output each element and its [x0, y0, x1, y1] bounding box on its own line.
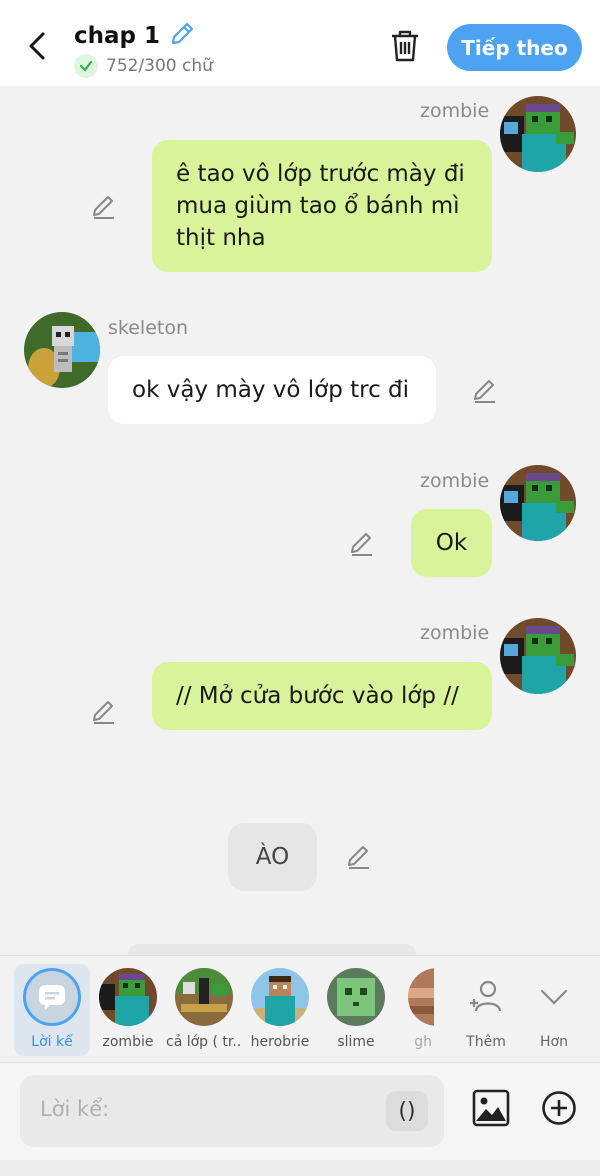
slime-avatar: [327, 968, 385, 1026]
chevron-down-icon: [516, 968, 592, 1026]
picker-item-slime[interactable]: slime: [318, 964, 394, 1050]
picker-item-class[interactable]: cả lớp ( tr...: [166, 964, 242, 1050]
edit-message-pencil-icon[interactable]: [90, 698, 118, 726]
picker-label: zombie: [102, 1034, 154, 1050]
speaker-name: zombie: [420, 100, 490, 122]
zombie-avatar[interactable]: [500, 465, 576, 541]
image-icon[interactable]: [472, 1089, 510, 1127]
add-label: Thêm: [466, 1034, 506, 1050]
word-count-row: 752/300 chữ: [74, 54, 213, 78]
back-arrow-icon[interactable]: [22, 28, 52, 64]
add-circle-icon[interactable]: [541, 1090, 577, 1126]
message-bubble[interactable]: ok vậy mày vô lớp trc đi: [108, 356, 436, 424]
character-picker: Lời kể zombie cả lớp ( tr... herobrie sl…: [0, 955, 600, 1063]
nav-strip: [0, 1160, 600, 1176]
more-button[interactable]: Hơn: [516, 964, 592, 1050]
speaker-name: zombie: [420, 622, 490, 644]
narration-bubble[interactable]: ÀO: [228, 823, 317, 891]
edit-message-pencil-icon[interactable]: [348, 530, 376, 558]
speaker-name: skeleton: [108, 317, 188, 339]
zombie-avatar[interactable]: [500, 96, 576, 172]
narrator-icon: [23, 968, 81, 1026]
class-avatar: [175, 968, 233, 1026]
picker-label: slime: [337, 1034, 375, 1050]
edit-message-pencil-icon[interactable]: [471, 377, 499, 405]
picker-item-zombie[interactable]: zombie: [90, 964, 166, 1050]
picker-item-partial[interactable]: gh: [394, 964, 434, 1050]
edit-title-pencil-icon[interactable]: [168, 20, 196, 52]
picker-label: cả lớp ( tr...: [166, 1034, 242, 1050]
edit-message-pencil-icon[interactable]: [90, 193, 118, 221]
picker-label: herobrie: [250, 1034, 310, 1050]
character-avatar: [408, 968, 434, 1026]
message-bubble[interactable]: ê tao vô lớp trước mày đi mua giùm tao ổ…: [152, 140, 492, 272]
title-row: chap 1: [74, 20, 196, 52]
picker-label: Lời kể: [31, 1034, 73, 1050]
parentheses-button[interactable]: (): [386, 1091, 428, 1131]
add-character-button[interactable]: Thêm: [448, 964, 524, 1050]
word-count: 752/300 chữ: [106, 56, 213, 76]
picker-item-herobrine[interactable]: herobrie: [242, 964, 318, 1050]
speaker-name: zombie: [420, 470, 490, 492]
input-placeholder: Lời kể:: [40, 1097, 110, 1121]
next-button[interactable]: Tiếp theo: [447, 24, 582, 71]
more-label: Hơn: [540, 1034, 568, 1050]
add-person-icon: [448, 968, 524, 1026]
zombie-avatar: [99, 968, 157, 1026]
chapter-title: chap 1: [74, 23, 161, 49]
trash-icon[interactable]: [388, 28, 422, 64]
zombie-avatar[interactable]: [500, 618, 576, 694]
message-input[interactable]: Lời kể: (): [20, 1075, 444, 1147]
herobrine-avatar: [251, 968, 309, 1026]
check-icon: [74, 54, 98, 78]
edit-message-pencil-icon[interactable]: [345, 843, 373, 871]
picker-label: gh: [414, 1034, 432, 1050]
header-bar: chap 1 752/300 chữ Tiếp theo: [0, 0, 600, 86]
picker-item-narrator[interactable]: Lời kể: [14, 964, 90, 1056]
message-bubble[interactable]: // Mở cửa bước vào lớp //: [152, 662, 492, 730]
skeleton-avatar[interactable]: [24, 312, 100, 388]
message-bubble[interactable]: Ok: [411, 509, 492, 577]
